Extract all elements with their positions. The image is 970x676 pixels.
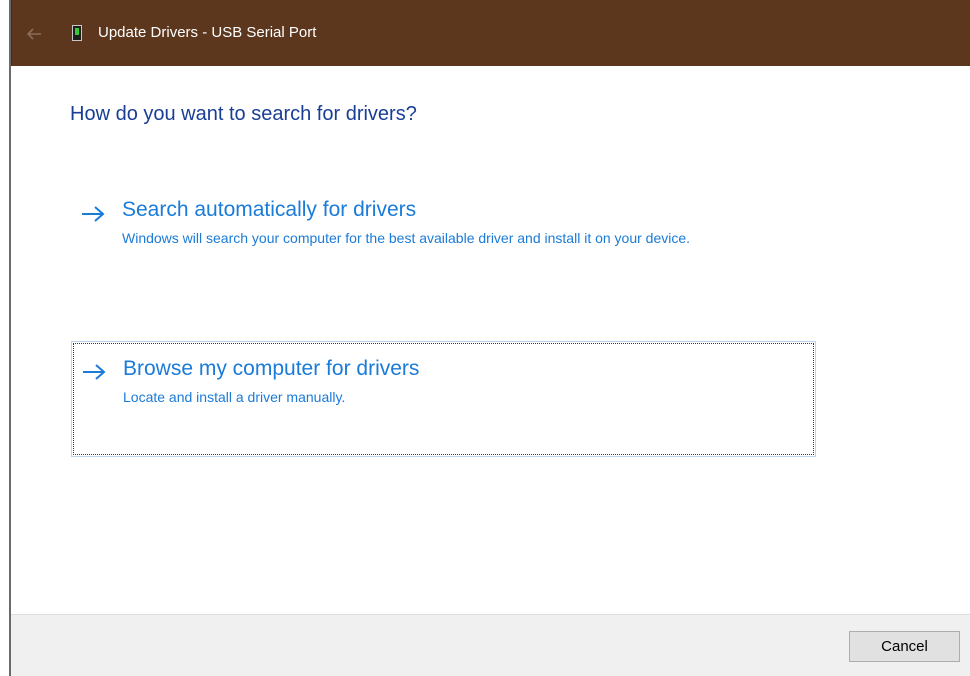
- back-button[interactable]: [22, 22, 46, 46]
- option-description: Locate and install a driver manually.: [123, 389, 346, 405]
- arrow-right-icon: [82, 206, 105, 222]
- option-title: Browse my computer for drivers: [123, 357, 420, 380]
- title-bar: Update Drivers - USB Serial Port: [11, 0, 970, 66]
- option-title: Search automatically for drivers: [122, 198, 417, 221]
- window-title: Update Drivers - USB Serial Port: [98, 24, 317, 41]
- page-heading: How do you want to search for drivers?: [70, 103, 417, 125]
- background-strip: [0, 0, 9, 676]
- arrow-right-icon: [83, 364, 106, 380]
- back-arrow-icon: [26, 28, 41, 40]
- device-icon: [72, 25, 82, 41]
- browse-computer-option[interactable]: Browse my computer for drivers Locate an…: [71, 341, 816, 457]
- cancel-button[interactable]: Cancel: [849, 631, 960, 662]
- content-area: How do you want to search for drivers? S…: [11, 66, 970, 614]
- search-automatically-option[interactable]: Search automatically for drivers Windows…: [71, 194, 816, 280]
- dialog-footer: Cancel: [11, 614, 970, 676]
- update-drivers-window: Update Drivers - USB Serial Port How do …: [0, 0, 970, 676]
- option-description: Windows will search your computer for th…: [122, 230, 691, 246]
